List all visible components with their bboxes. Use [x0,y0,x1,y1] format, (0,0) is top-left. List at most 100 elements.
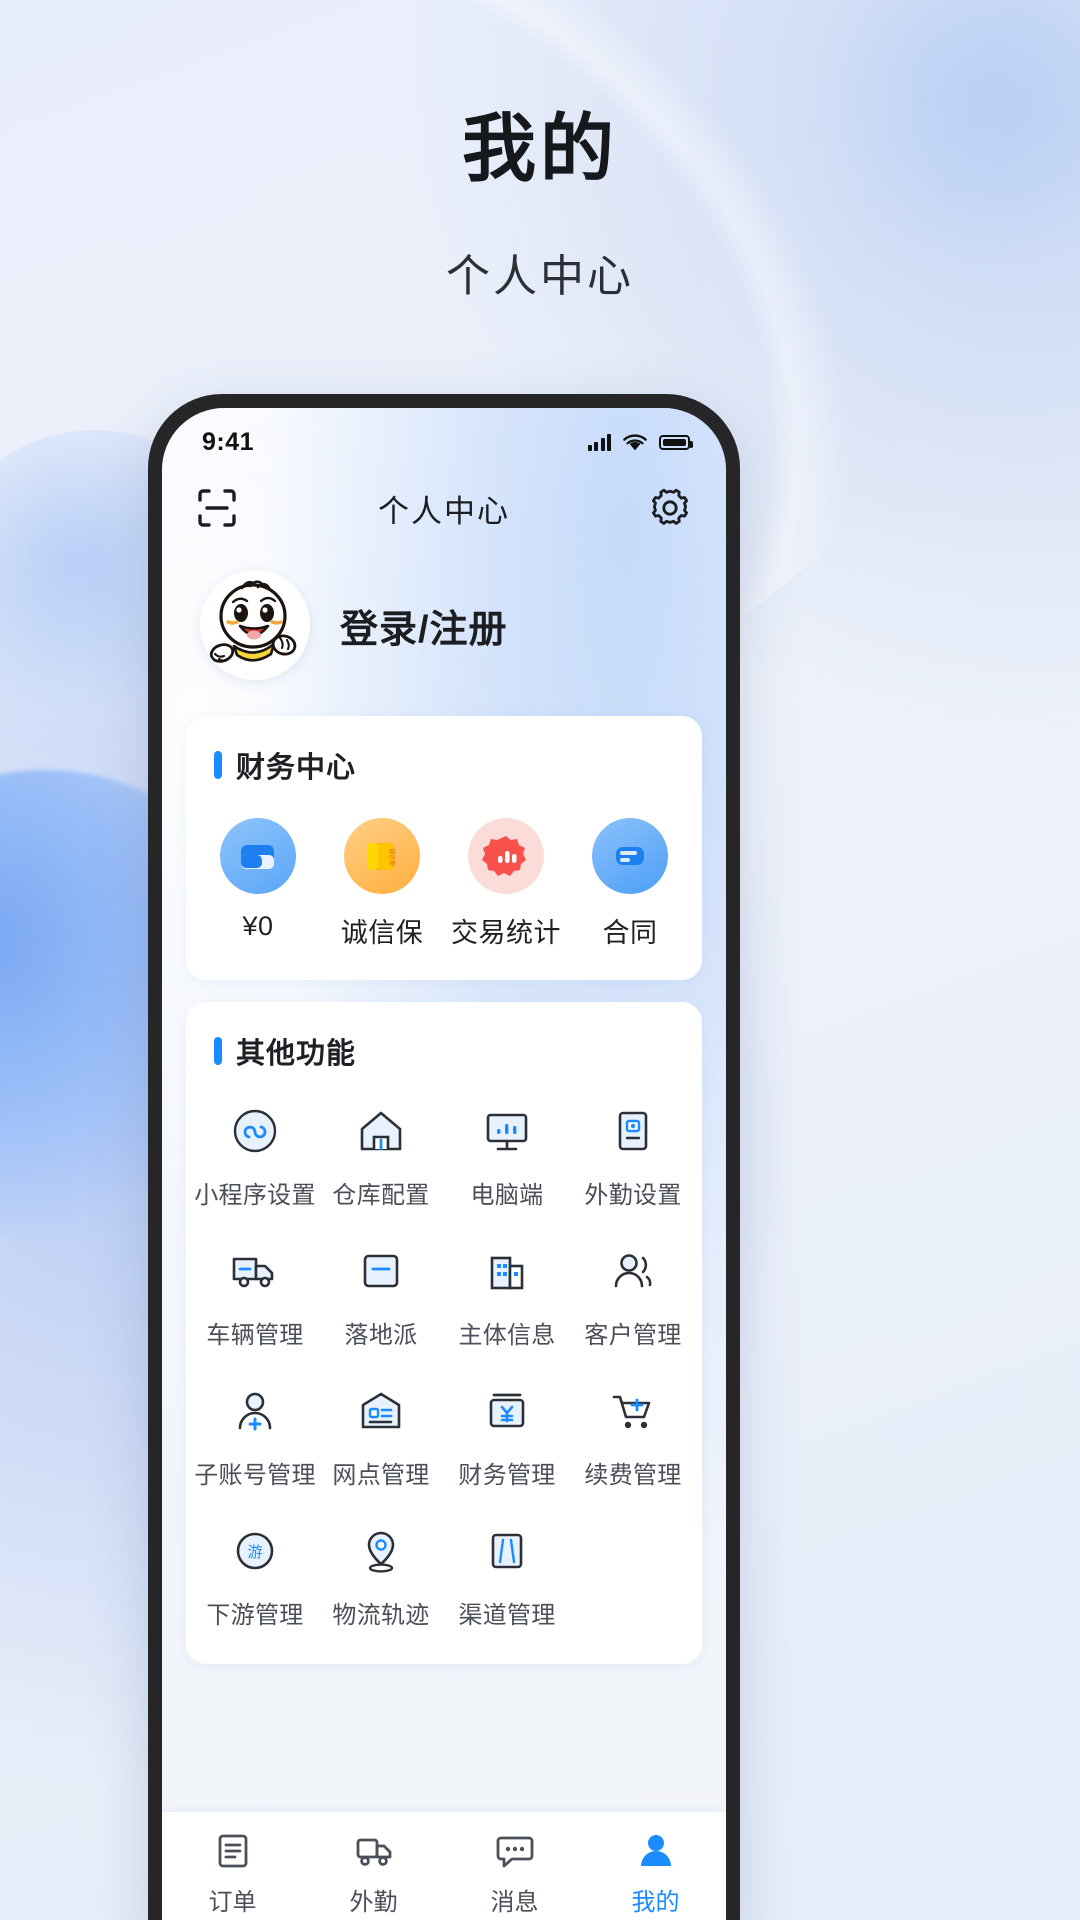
stats-badge-glyph [482,836,526,876]
battery-full-icon [659,434,693,450]
tab-label: 外勤 [349,1889,398,1916]
message-icon [492,1826,538,1876]
wallet-icon [220,818,296,894]
cart-plus-icon [602,1380,664,1442]
contract-icon [592,818,668,894]
function-item-logistics[interactable]: 物流轨迹 [318,1520,444,1630]
function-item-desktop[interactable]: 电脑端 [444,1100,570,1210]
function-item-warehouse[interactable]: 仓库配置 [318,1100,444,1210]
svg-text:诚信保: 诚信保 [388,848,396,866]
finance-item-credit[interactable]: 诚信保 诚信保 [320,818,444,950]
phone-mockup: 9:41 个人中心 登录/注册 财务中心 ¥0 诚信保 诚信保 交易统计 合同 … [148,394,740,1920]
finance-item-label: 诚信保 [340,918,424,948]
function-item-label: 网点管理 [332,1462,430,1489]
other-functions-card: 其他功能 小程序设置 仓库配置 电脑端 外勤设置 车辆管理 落地派 主体信息 客… [186,1002,702,1664]
function-item-label: 落地派 [344,1322,418,1349]
scan-button[interactable] [196,487,238,529]
function-item-entity[interactable]: 主体信息 [444,1240,570,1350]
bottom-tab-bar: 订单 外勤 消息 我的 [162,1812,726,1920]
status-bar: 9:41 [162,408,726,470]
function-item-vehicle[interactable]: 车辆管理 [192,1240,318,1350]
function-item-label: 续费管理 [584,1462,682,1489]
function-item-label: 下游管理 [206,1602,304,1629]
desktop-icon [476,1100,538,1162]
function-item-label: 客户管理 [584,1322,682,1349]
finance-item-label: 交易统计 [451,918,561,948]
page-subtitle: 个人中心 [446,252,634,301]
downstream-icon: 游 [224,1520,286,1582]
finance-section-title: 财务中心 [236,752,357,784]
credit-card-glyph: 诚信保 [367,843,396,870]
credit-card-icon: 诚信保 [344,818,420,894]
other-functions-grid: 小程序设置 仓库配置 电脑端 外勤设置 车辆管理 落地派 主体信息 客户管理 子… [186,1078,702,1664]
function-item-label: 渠道管理 [458,1602,556,1629]
delivery-box-icon [350,1240,412,1302]
finance-item-stats[interactable]: 交易统计 [444,818,568,950]
finance-item-wallet[interactable]: ¥0 [196,818,320,950]
function-item-miniprogram[interactable]: 小程序设置 [192,1100,318,1210]
function-item-label: 外勤设置 [584,1182,682,1209]
function-item-subaccount[interactable]: 子账号管理 [192,1380,318,1490]
status-time: 9:41 [202,427,255,456]
other-card-header: 其他功能 [186,1002,702,1078]
gear-icon [652,488,688,525]
other-section-title: 其他功能 [236,1038,357,1070]
signal-bars-icon [587,433,611,451]
channel-icon [476,1520,538,1582]
building-icon [476,1240,538,1302]
function-item-label: 子账号管理 [194,1462,316,1489]
page-title: 我的 [462,107,618,190]
stats-badge-icon [468,818,544,894]
nav-title: 个人中心 [378,493,510,529]
function-item-label: 车辆管理 [206,1322,304,1349]
wallet-glyph [241,845,274,869]
truck-icon [224,1240,286,1302]
function-item-renewal[interactable]: 续费管理 [570,1380,696,1490]
svg-text:游: 游 [247,1544,262,1561]
wifi-icon [623,433,647,450]
function-item-downstream[interactable]: 游 下游管理 [192,1520,318,1630]
finance-item-contract[interactable]: 合同 [568,818,692,950]
mascot-avatar [200,570,310,680]
function-item-label: 小程序设置 [194,1182,316,1209]
settings-button[interactable] [648,486,692,530]
fieldwork-settings-icon [602,1100,664,1162]
user-add-icon [224,1380,286,1442]
function-item-label: 电脑端 [470,1182,544,1209]
order-icon [210,1826,256,1876]
function-item-delivery[interactable]: 落地派 [318,1240,444,1350]
tab-orders[interactable]: 订单 [162,1826,303,1917]
status-indicators [587,433,693,452]
function-item-label: 仓库配置 [332,1182,430,1209]
section-accent-bar [214,751,222,779]
finance-grid: ¥0 诚信保 诚信保 交易统计 合同 [186,792,702,980]
profile-icon [633,1826,679,1876]
avatar[interactable] [200,570,310,680]
finance-item-label: 合同 [602,918,658,948]
warehouse-icon [350,1100,412,1162]
location-pin-icon [350,1520,412,1582]
profile-row[interactable]: 登录/注册 [162,546,726,716]
function-item-customer[interactable]: 客户管理 [570,1240,696,1350]
phone-screen: 9:41 个人中心 登录/注册 财务中心 ¥0 诚信保 诚信保 交易统计 合同 … [162,408,726,1920]
function-item-channel[interactable]: 渠道管理 [444,1520,570,1630]
fieldwork-icon [351,1826,397,1876]
finance-icon [476,1380,538,1442]
function-item-finance[interactable]: 财务管理 [444,1380,570,1490]
section-accent-bar [214,1037,222,1065]
contract-glyph [616,847,644,865]
function-item-label: 主体信息 [458,1322,556,1349]
function-item-label: 财务管理 [458,1462,556,1489]
tab-label: 消息 [490,1889,539,1916]
finance-card-header: 财务中心 [186,716,702,792]
function-item-fieldwork-settings[interactable]: 外勤设置 [570,1100,696,1210]
miniprogram-icon [224,1100,286,1162]
tab-messages[interactable]: 消息 [444,1826,585,1917]
tab-fieldwork[interactable]: 外勤 [303,1826,444,1917]
tab-label: 订单 [208,1889,257,1916]
customer-icon [602,1240,664,1302]
login-register-label[interactable]: 登录/注册 [340,598,508,653]
function-item-branch[interactable]: 网点管理 [318,1380,444,1490]
finance-item-label: ¥0 [242,911,274,941]
tab-profile[interactable]: 我的 [585,1826,726,1917]
